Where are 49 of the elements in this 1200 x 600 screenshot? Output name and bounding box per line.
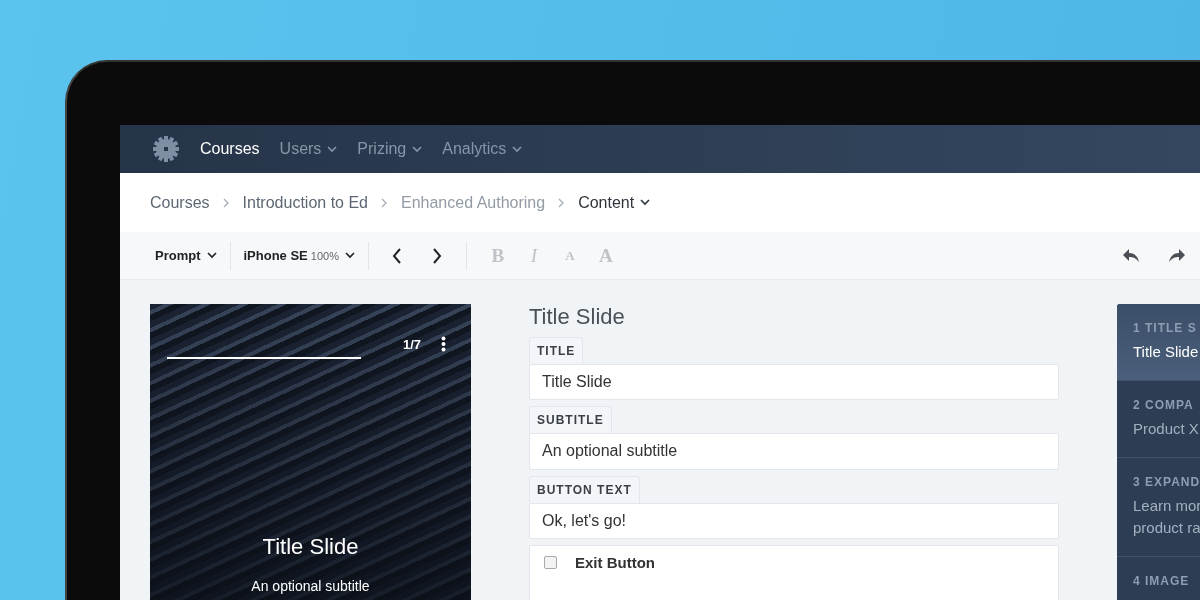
slide-summary: product ra (1133, 518, 1200, 538)
nav-item[interactable]: Analytics (442, 140, 523, 158)
chevron-down-icon (640, 199, 651, 206)
chevron-down-icon (512, 145, 523, 153)
zoom-level: 100% (310, 249, 339, 262)
slide-heading: 3 EXPAND (1133, 475, 1200, 489)
breadcrumb-link[interactable]: Introduction to Ed (242, 193, 368, 212)
more-options-icon[interactable] (441, 336, 446, 352)
slide-counter: 1/7 (402, 336, 421, 352)
nav-item[interactable]: Prizing (357, 140, 423, 158)
device-name: iPhone SE (243, 248, 308, 263)
field-label: BUTTON TEXT (529, 475, 640, 503)
chevron-down-icon (206, 252, 217, 259)
chevron-right-icon (222, 197, 230, 208)
chevron-right-icon (381, 197, 388, 208)
text-input[interactable]: Ok, let's go! (529, 502, 1059, 539)
field-label: TITLE (529, 337, 584, 364)
chevron-down-icon (412, 145, 423, 153)
slide-title: Title Slide (262, 534, 359, 560)
chevron-down-icon (327, 145, 338, 153)
breadcrumb-link[interactable]: Content (578, 193, 651, 212)
slide-list-item[interactable]: 4 IMAGE (1117, 557, 1200, 600)
chevron-down-icon (344, 252, 355, 259)
slide-subtitle: An optional subtitle (251, 578, 370, 594)
device-dropdown[interactable]: iPhone SE 100% (243, 248, 355, 263)
chevron-right-icon (558, 197, 566, 208)
text-input[interactable]: Title Slide (529, 364, 1059, 401)
prompt-dropdown[interactable]: Prompt (155, 248, 217, 263)
nav-item[interactable]: Courses (200, 140, 260, 158)
text-input[interactable]: An optional subtitle (529, 433, 1059, 470)
redo-icon[interactable] (1168, 248, 1186, 263)
slide-list-item[interactable]: 2 COMPA Product X (1117, 381, 1200, 458)
slide-summary: Title Slide (1133, 342, 1200, 362)
slide-heading: 2 COMPA (1133, 398, 1195, 412)
previous-icon[interactable] (391, 247, 402, 264)
form-heading: Title Slide (529, 304, 626, 330)
gear-logo-icon[interactable] (152, 135, 180, 163)
slide-summary: Product X (1133, 419, 1200, 439)
nav-item[interactable]: Users (279, 140, 338, 158)
checkbox[interactable] (544, 556, 557, 569)
slide-list-item[interactable]: 1 TITLE S Title Slide (1117, 304, 1200, 381)
slide-heading: 1 TITLE S (1133, 321, 1198, 335)
slide-heading: 4 IMAGE (1133, 574, 1191, 588)
next-icon[interactable] (431, 247, 442, 264)
undo-icon[interactable] (1122, 248, 1140, 263)
field-label: SUBTITLE (529, 406, 612, 434)
checkbox-label: Exit Button (575, 554, 655, 571)
breadcrumb-link[interactable]: Enhanced Authoring (401, 193, 546, 212)
breadcrumb-link[interactable]: Courses (150, 193, 210, 212)
